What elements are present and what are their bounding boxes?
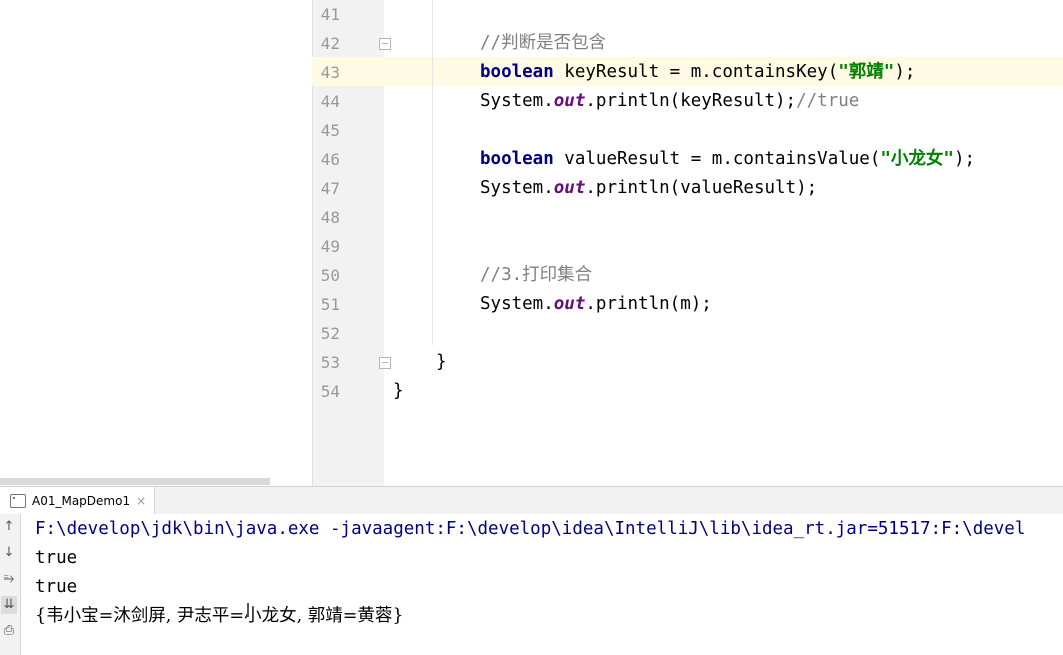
console-output-line: true [35, 577, 78, 597]
line-number: 48 [320, 208, 340, 227]
line-number: 54 [320, 382, 340, 401]
arrow-up-icon[interactable]: ↑ [1, 518, 17, 536]
run-config-icon [10, 494, 26, 508]
static-field: out [553, 178, 586, 198]
comment: //判断是否包含 [480, 33, 607, 53]
mouse-cursor [247, 603, 249, 617]
project-pane-scrollbar[interactable] [0, 478, 270, 485]
run-tool-window-header: A01_MapDemo1 × [0, 486, 1063, 516]
indent-guide [432, 0, 433, 345]
string-literal: "郭靖" [838, 62, 895, 82]
line-number: 53 [320, 353, 340, 372]
line-number: 45 [320, 121, 340, 140]
code-text: System. [480, 91, 554, 111]
line-number: 44 [320, 92, 340, 111]
line-number: 51 [320, 295, 340, 314]
code-text: keyResult = m.containsKey( [553, 62, 839, 82]
code-line-51: System.out.println(m); [480, 290, 712, 319]
line-number: 42 [320, 34, 340, 53]
code-line-50: //3.打印集合 [480, 261, 592, 290]
comment: //3.打印集合 [480, 265, 593, 285]
code-text: System. [480, 178, 554, 198]
code-text: .println(m); [585, 294, 712, 314]
arrow-down-icon[interactable]: ↓ [1, 544, 17, 562]
line-number: 43 [320, 63, 340, 82]
project-pane [0, 0, 312, 480]
console-output-line: true [35, 548, 78, 568]
code-text: ); [894, 62, 916, 82]
code-line-43: boolean keyResult = m.containsKey("郭靖"); [480, 58, 915, 87]
console-command-line: F:\develop\jdk\bin\java.exe -javaagent:F… [35, 519, 1026, 539]
close-icon[interactable]: × [136, 494, 146, 508]
keyword: boolean [480, 62, 554, 82]
code-line-44: System.out.println(keyResult);//true [480, 87, 859, 116]
line-number: 47 [320, 179, 340, 198]
code-line-54: } [393, 377, 404, 406]
comment: //true [796, 91, 860, 111]
run-toolbar: ↑ ↓ ⥱ ⇊ ⎙ [0, 514, 21, 655]
keyword: boolean [480, 149, 554, 169]
code-text: System. [480, 294, 554, 314]
line-number: 41 [320, 5, 340, 24]
run-tab[interactable]: A01_MapDemo1 × [0, 487, 156, 515]
code-text: ); [953, 149, 976, 169]
soft-wrap-icon[interactable]: ⥱ [1, 570, 17, 588]
code-text: .println(keyResult); [585, 91, 797, 111]
fold-marker-icon[interactable] [379, 357, 391, 369]
closing-brace: } [393, 381, 404, 401]
code-text: valueResult = m.containsValue( [553, 149, 881, 169]
closing-brace: } [436, 352, 447, 372]
string-literal: "小龙女" [880, 149, 954, 169]
code-line-46: boolean valueResult = m.containsValue("小… [480, 145, 975, 174]
code-line-53: } [436, 348, 447, 377]
code-line-42: //判断是否包含 [480, 29, 606, 58]
print-icon[interactable]: ⎙ [1, 622, 17, 640]
code-line-47: System.out.println(valueResult); [480, 174, 817, 203]
static-field: out [553, 91, 586, 111]
static-field: out [553, 294, 586, 314]
line-number: 46 [320, 150, 340, 169]
console-output[interactable]: F:\develop\jdk\bin\java.exe -javaagent:F… [21, 514, 1063, 655]
code-text: .println(valueResult); [585, 178, 818, 198]
line-number: 52 [320, 324, 340, 343]
console-output-line: {韦小宝=沐剑屏, 尹志平=小龙女, 郭靖=黄蓉} [35, 606, 404, 626]
fold-marker-icon[interactable] [379, 38, 391, 50]
scroll-to-end-icon[interactable]: ⇊ [1, 596, 17, 614]
line-number: 50 [320, 266, 340, 285]
line-number: 49 [320, 237, 340, 256]
run-tab-label: A01_MapDemo1 [32, 494, 131, 508]
